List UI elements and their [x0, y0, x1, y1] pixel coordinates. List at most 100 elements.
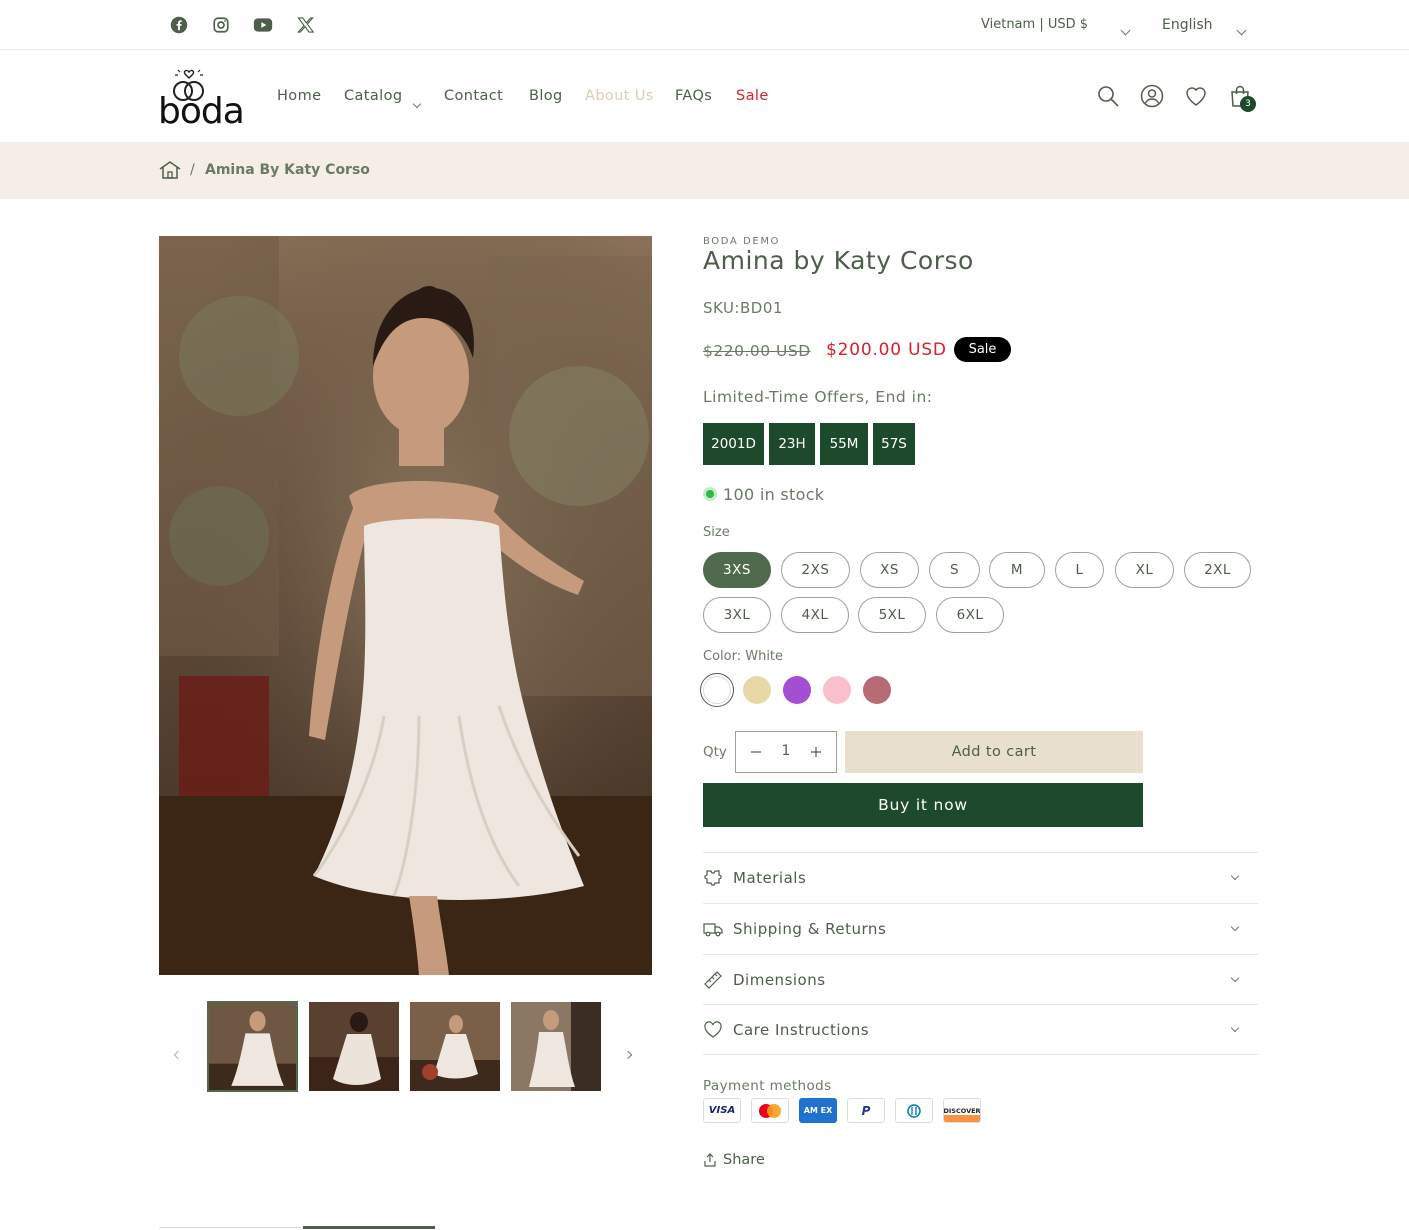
accordion-care-label: Care Instructions	[733, 1021, 870, 1039]
color-swatch-white[interactable]	[703, 676, 731, 704]
thumbnail-2[interactable]	[309, 1002, 399, 1091]
logo-text: boda	[158, 91, 245, 132]
countdown-minutes: 55M	[820, 423, 868, 465]
compare-at-price: $220.00 USD	[703, 342, 811, 360]
color-label: Color: White	[703, 649, 784, 664]
nav-about-us[interactable]: About Us	[585, 88, 654, 104]
share-icon	[704, 1153, 716, 1167]
language-selector[interactable]: English	[1162, 17, 1213, 33]
countdown-hours: 23H	[769, 423, 815, 465]
accordion-materials-label: Materials	[733, 869, 807, 887]
accordion-materials[interactable]: Materials	[703, 852, 1258, 903]
nav-faqs[interactable]: FAQs	[675, 88, 712, 104]
chevron-down-icon	[1230, 1023, 1240, 1033]
size-option-s[interactable]: S	[929, 552, 980, 588]
stock-indicator-icon	[703, 487, 717, 501]
size-option-2xl[interactable]: 2XL	[1184, 552, 1251, 588]
chevron-down-icon	[1230, 973, 1240, 983]
language-label: English	[1162, 17, 1213, 33]
size-option-xs[interactable]: XS	[860, 552, 919, 588]
share-label: Share	[723, 1152, 765, 1168]
qty-plus-button[interactable]	[804, 740, 828, 764]
amex-icon: AM EX	[799, 1098, 837, 1123]
size-option-l[interactable]: L	[1055, 552, 1104, 588]
thumbnail-next-arrow-icon[interactable]	[623, 1043, 633, 1062]
payment-methods-label: Payment methods	[703, 1078, 832, 1094]
size-option-3xs[interactable]: 3XS	[703, 552, 771, 588]
nav-home[interactable]: Home	[277, 88, 321, 104]
size-option-4xl[interactable]: 4XL	[781, 597, 849, 633]
mastercard-icon	[751, 1098, 789, 1123]
country-currency-selector[interactable]: Vietnam | USD $	[981, 17, 1088, 32]
sale-price: $200.00 USD	[826, 340, 947, 360]
puzzle-icon	[703, 868, 723, 888]
size-option-2xs[interactable]: 2XS	[781, 552, 850, 588]
product-main-image[interactable]	[159, 236, 652, 975]
color-swatch-pink[interactable]	[823, 676, 851, 704]
chevron-down-icon	[1230, 922, 1240, 932]
cart-count-badge: 3	[1240, 96, 1256, 112]
nav-sale[interactable]: Sale	[736, 88, 769, 104]
home-icon[interactable]	[159, 160, 181, 180]
minus-icon	[751, 751, 761, 753]
add-to-cart-button[interactable]: Add to cart	[845, 731, 1143, 773]
x-icon[interactable]	[294, 14, 316, 36]
countdown-label: Limited-Time Offers, End in:	[703, 388, 933, 406]
logo[interactable]: boda	[158, 66, 245, 132]
country-currency-label: Vietnam | USD $	[981, 17, 1089, 32]
search-icon[interactable]	[1096, 84, 1122, 110]
color-swatch-rose[interactable]	[863, 676, 891, 704]
size-option-6xl[interactable]: 6XL	[936, 597, 1004, 633]
diners-icon	[895, 1098, 933, 1123]
size-option-xl[interactable]: XL	[1115, 552, 1174, 588]
accordion-care[interactable]: Care Instructions	[703, 1004, 1258, 1055]
nav-contact[interactable]: Contact	[444, 88, 503, 104]
breadcrumb-separator: /	[190, 162, 195, 178]
chevron-down-icon	[1230, 871, 1240, 881]
product-sku: SKU:BD01	[703, 299, 783, 317]
account-icon[interactable]	[1140, 84, 1166, 110]
nav-blog[interactable]: Blog	[529, 88, 563, 104]
accordion-shipping-label: Shipping & Returns	[733, 920, 887, 938]
visa-icon: VISA	[703, 1098, 741, 1123]
breadcrumb-current: Amina By Katy Corso	[205, 162, 370, 178]
sale-badge: Sale	[954, 337, 1011, 362]
product-title: Amina by Katy Corso	[703, 246, 974, 275]
nav-catalog[interactable]: Catalog	[344, 88, 403, 104]
plus-icon	[811, 747, 821, 757]
size-option-3xl[interactable]: 3XL	[703, 597, 771, 633]
thumbnail-4[interactable]	[511, 1002, 601, 1091]
size-option-m[interactable]: M	[989, 552, 1045, 588]
discover-icon: DISCOVER	[943, 1098, 981, 1123]
qty-input[interactable]: 1	[774, 743, 798, 759]
tab-underline	[159, 1227, 301, 1228]
truck-icon	[703, 919, 723, 939]
chevron-down-icon	[1236, 19, 1247, 38]
thumbnail-3[interactable]	[410, 1002, 500, 1091]
countdown-days: 2001D	[703, 423, 764, 465]
facebook-icon[interactable]	[168, 14, 190, 36]
wishlist-heart-icon[interactable]	[1184, 84, 1210, 110]
color-swatch-purple[interactable]	[783, 676, 811, 704]
buy-it-now-button[interactable]: Buy it now	[703, 783, 1143, 827]
size-option-5xl[interactable]: 5XL	[858, 597, 926, 633]
accordion-shipping[interactable]: Shipping & Returns	[703, 903, 1258, 954]
countdown-seconds: 57S	[873, 423, 915, 465]
quantity-stepper: 1	[735, 731, 837, 773]
top-bar: Vietnam | USD $ English	[0, 0, 1409, 50]
accordion-dimensions[interactable]: Dimensions	[703, 954, 1258, 1005]
thumbnail-1[interactable]	[207, 1001, 298, 1092]
qty-minus-button[interactable]	[744, 740, 768, 764]
chevron-down-icon	[412, 92, 422, 111]
heart-icon	[703, 1020, 723, 1040]
stock-status: 100 in stock	[723, 485, 825, 504]
youtube-icon[interactable]	[252, 14, 274, 36]
instagram-icon[interactable]	[210, 14, 232, 36]
ruler-icon	[703, 970, 723, 990]
color-swatch-beige[interactable]	[743, 676, 771, 704]
accordion-dimensions-label: Dimensions	[733, 971, 826, 989]
qty-label: Qty	[703, 744, 727, 760]
share-button[interactable]: Share	[703, 1152, 783, 1172]
tab-underline-active	[303, 1226, 435, 1229]
thumbnail-prev-arrow-icon[interactable]	[173, 1043, 183, 1062]
